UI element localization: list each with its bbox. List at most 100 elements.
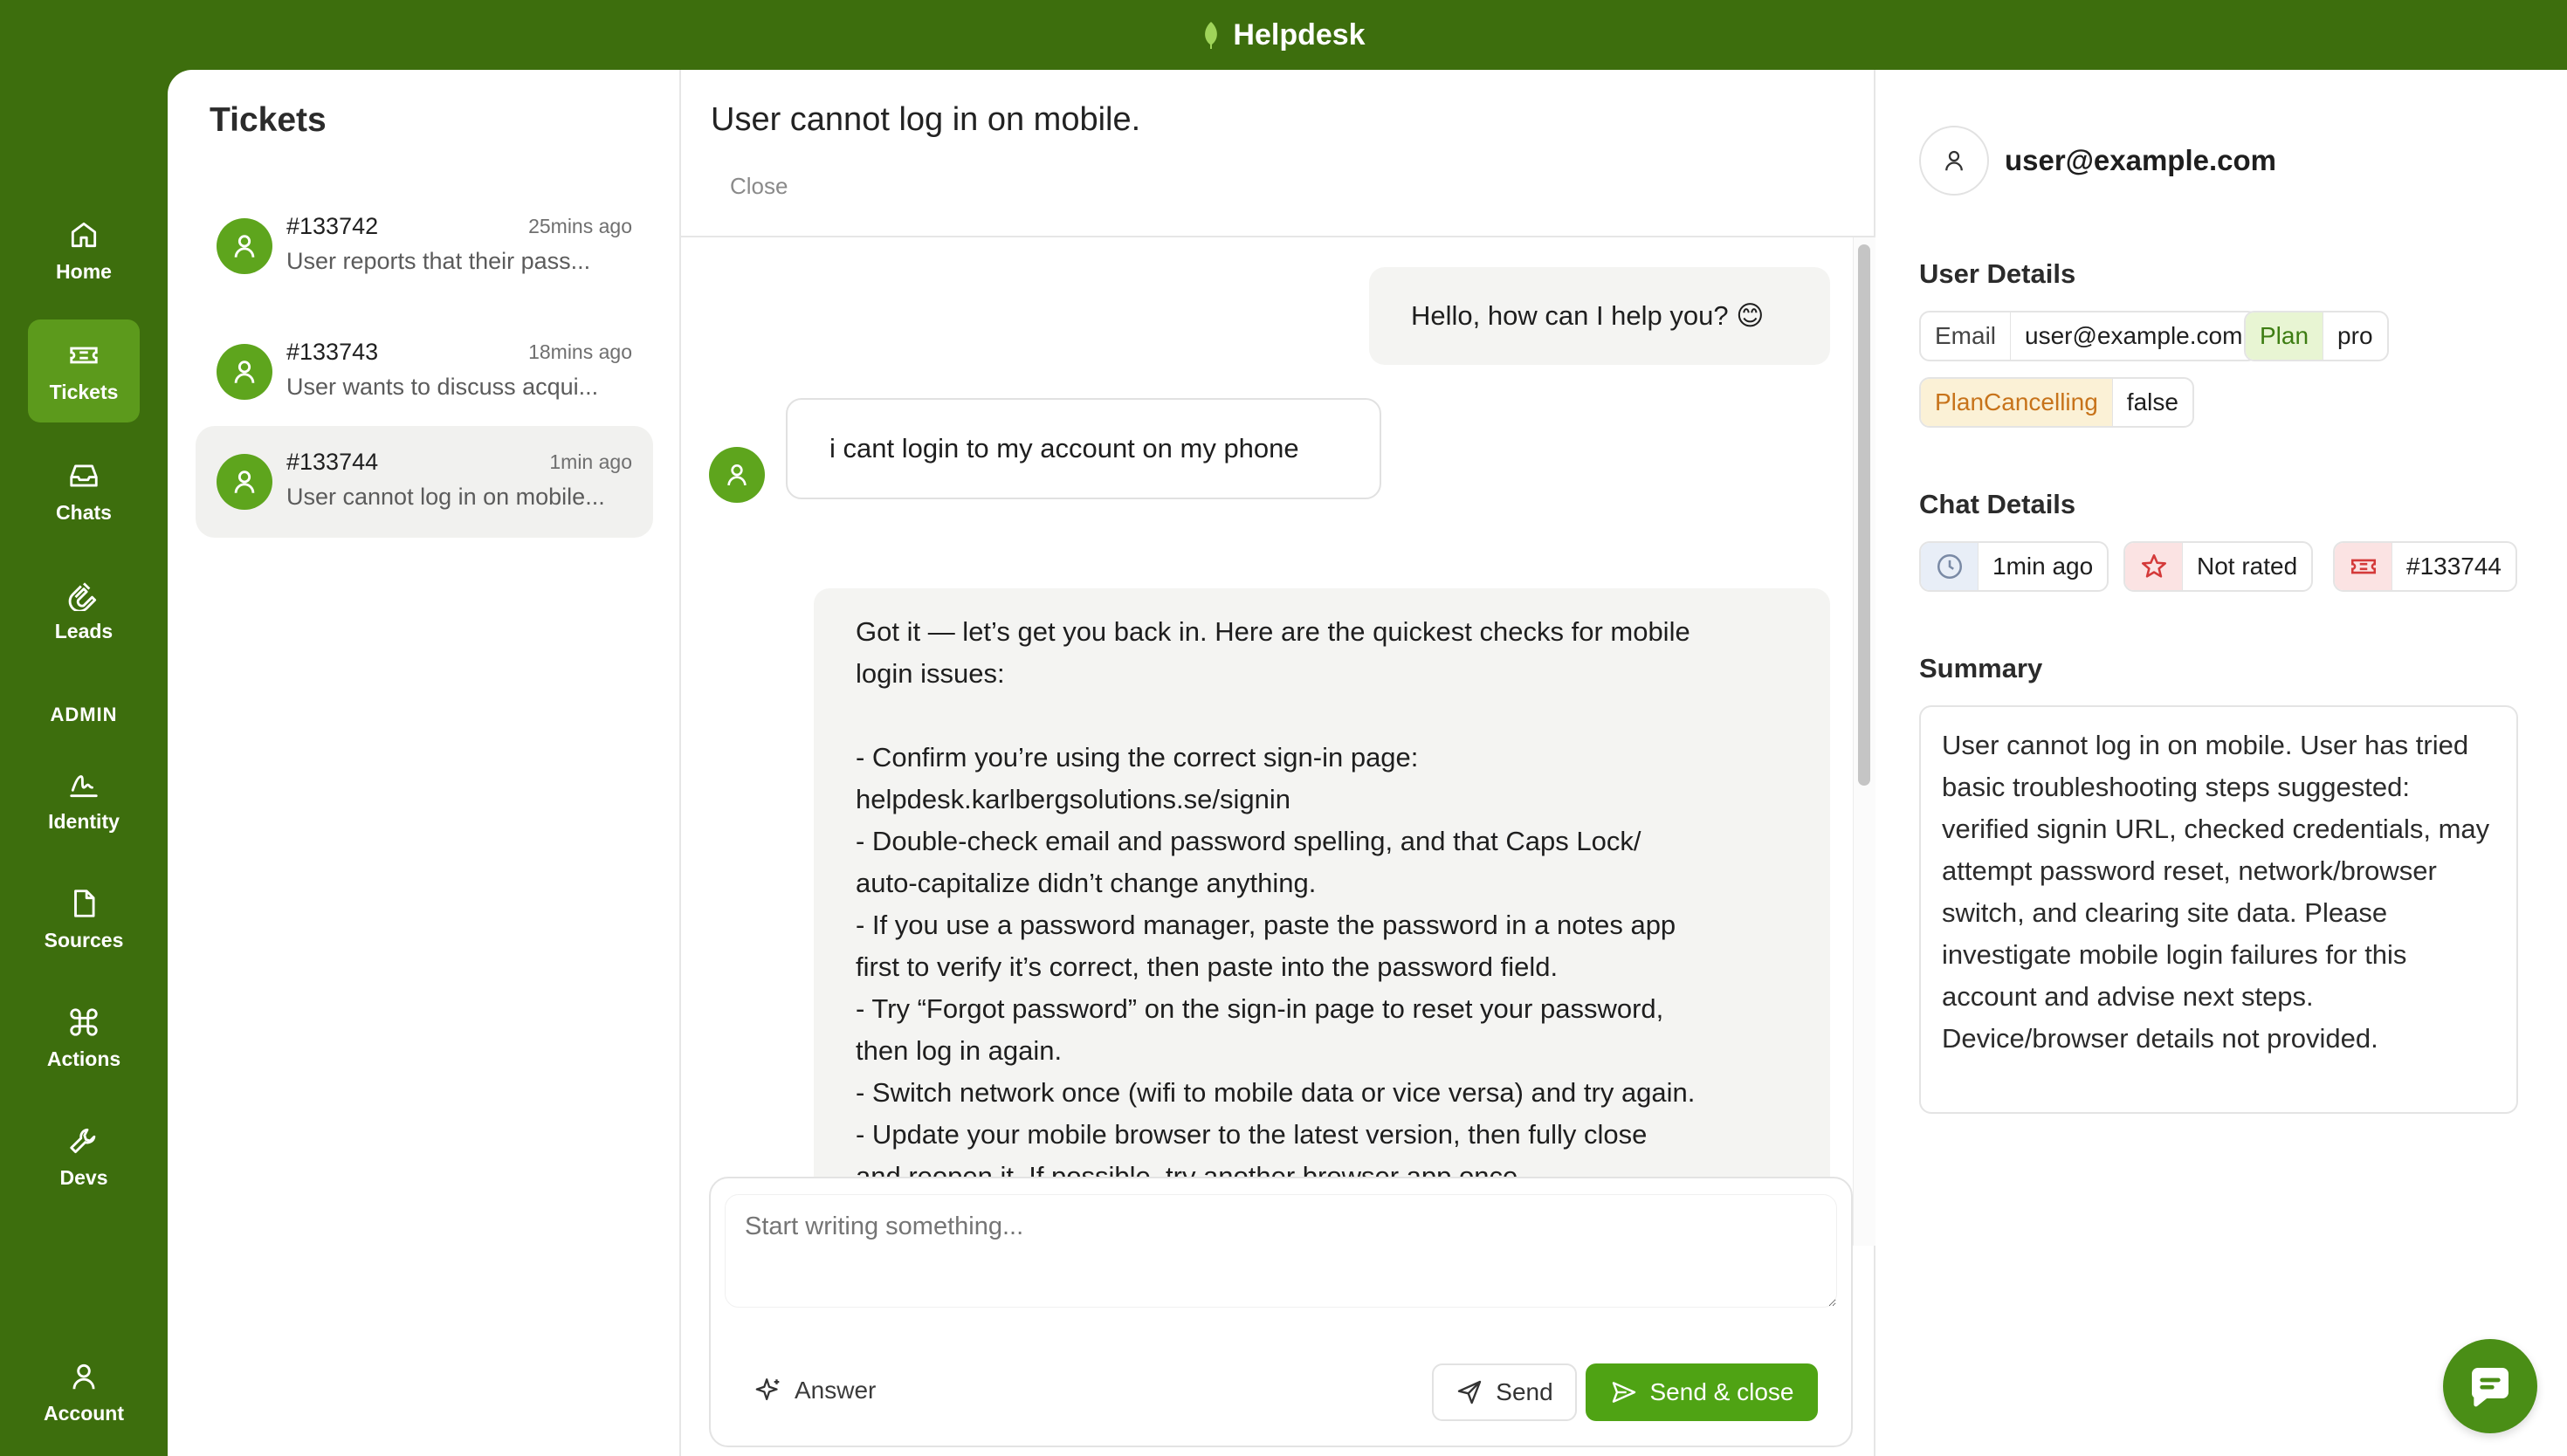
answer-label: Answer bbox=[795, 1377, 877, 1404]
clock-icon bbox=[1921, 543, 1979, 590]
send-icon bbox=[1612, 1382, 1635, 1403]
ticket-time: 18mins ago bbox=[528, 340, 632, 363]
sidebar-item-actions[interactable]: Actions bbox=[28, 986, 140, 1089]
user-email: user@example.com bbox=[2005, 144, 2276, 176]
sidebar-item-home[interactable]: Home bbox=[28, 199, 140, 302]
sidebar-item-tickets[interactable]: Tickets bbox=[28, 319, 140, 422]
tag-key: PlanCancelling bbox=[1921, 379, 2113, 426]
user-icon bbox=[727, 464, 747, 486]
user-icon bbox=[1945, 150, 1963, 171]
send-and-close-button[interactable]: Send & close bbox=[1586, 1363, 1818, 1421]
sidebar-item-label: Identity bbox=[48, 809, 120, 833]
composer: Answer Send Send & close bbox=[709, 1177, 1853, 1447]
user-icon bbox=[234, 470, 255, 493]
sidebar-item-devs[interactable]: Devs bbox=[28, 1105, 140, 1208]
sidebar-item-sources[interactable]: Sources bbox=[28, 868, 140, 971]
app-title: Helpdesk bbox=[1233, 17, 1366, 52]
top-bar: Helpdesk bbox=[0, 0, 2567, 70]
ticket-icon bbox=[70, 347, 98, 363]
ticket-preview: User reports that their pass... bbox=[286, 248, 591, 274]
sidebar-item-label: Home bbox=[56, 259, 112, 283]
tag-key: Email bbox=[1921, 312, 2012, 360]
plan-cancelling-tag: PlanCancelling false bbox=[1919, 377, 2194, 428]
message-text: i cant login to my account on my phone bbox=[829, 433, 1299, 464]
sidebar-item-leads[interactable]: Leads bbox=[28, 559, 140, 662]
ticket-time: 25mins ago bbox=[528, 215, 632, 237]
send-label: Send bbox=[1496, 1378, 1553, 1405]
ticket-preview: User cannot log in on mobile... bbox=[286, 484, 605, 510]
main-panel: Tickets #133742 25mins ago User reports … bbox=[168, 70, 2567, 1456]
wrench-icon bbox=[70, 1128, 96, 1153]
inbox-icon bbox=[70, 464, 98, 487]
summary-title: Summary bbox=[1919, 653, 2043, 683]
home-icon bbox=[71, 222, 97, 247]
message-text: Hello, how can I help you? 😊 bbox=[1411, 300, 1765, 331]
avatar bbox=[1919, 126, 1989, 196]
star-icon bbox=[2125, 543, 2183, 590]
chat-details-title: Chat Details bbox=[1919, 489, 2076, 519]
sidebar-item-label: Leads bbox=[54, 619, 114, 642]
user-icon bbox=[234, 361, 255, 383]
ai-answer-button[interactable]: Answer bbox=[754, 1376, 876, 1405]
close-ticket-button[interactable]: Close bbox=[730, 173, 788, 200]
ticket-item[interactable]: #133742 25mins ago User reports that the… bbox=[196, 190, 653, 302]
chat-title: User cannot log in on mobile. bbox=[711, 101, 1141, 138]
tag-value: pro bbox=[2337, 322, 2373, 349]
message-list[interactable]: Hello, how can I help you? 😊 i cant logi… bbox=[681, 237, 1875, 1246]
tickets-title: Tickets bbox=[210, 101, 327, 139]
signature-icon bbox=[70, 774, 98, 797]
avatar bbox=[217, 344, 272, 400]
message-text: Got it — let’s get you back in. Here are… bbox=[856, 616, 1696, 1233]
ticket-preview: User wants to discuss acqui... bbox=[286, 374, 599, 400]
user-header: user@example.com bbox=[1919, 126, 2276, 196]
file-icon bbox=[74, 889, 95, 917]
ticket-id-tag: #133744 bbox=[2333, 541, 2518, 592]
sidebar-item-identity[interactable]: Identity bbox=[28, 749, 140, 852]
sidebar-item-label: Account bbox=[44, 1401, 124, 1425]
command-icon bbox=[70, 1007, 98, 1036]
agent-message: Hello, how can I help you? 😊 bbox=[1369, 267, 1830, 365]
details-column: user@example.com User Details Email user… bbox=[1875, 70, 2567, 1456]
account-icon bbox=[72, 1363, 95, 1389]
sidebar-item-label: Chats bbox=[56, 500, 112, 524]
magnet-icon bbox=[68, 581, 97, 611]
tag-key: Plan bbox=[2246, 312, 2324, 360]
send-button[interactable]: Send bbox=[1432, 1363, 1577, 1421]
rating-tag: Not rated bbox=[2123, 541, 2314, 592]
admin-section-label: ADMIN bbox=[50, 704, 118, 725]
tag-value: Not rated bbox=[2197, 553, 2298, 580]
sidebar-item-label: Sources bbox=[44, 928, 124, 951]
avatar bbox=[217, 218, 272, 274]
user-details-title: User Details bbox=[1919, 258, 2076, 289]
sidebar-item-label: Actions bbox=[46, 1047, 121, 1070]
scrollbar[interactable] bbox=[1853, 237, 1875, 1246]
send-close-label: Send & close bbox=[1649, 1378, 1794, 1405]
plan-tag: Plan pro bbox=[2244, 311, 2389, 361]
tag-value: 1min ago bbox=[1992, 553, 2094, 580]
message-input[interactable] bbox=[725, 1194, 1837, 1308]
user-message: i cant login to my account on my phone bbox=[786, 398, 1381, 499]
email-tag: Email user@example.com bbox=[1919, 311, 2259, 361]
sidebar: Home Tickets Chats Leads ADMIN Identity … bbox=[0, 70, 168, 1456]
ticket-id: #133742 bbox=[286, 213, 379, 239]
send-icon bbox=[1458, 1380, 1482, 1404]
time-tag: 1min ago bbox=[1919, 541, 2109, 592]
ticket-item-active[interactable]: #133744 1min ago User cannot log in on m… bbox=[196, 426, 653, 538]
chat-widget-button[interactable] bbox=[2443, 1339, 2537, 1433]
sparkle-icon bbox=[755, 1378, 780, 1401]
user-icon bbox=[234, 235, 255, 258]
summary-text: User cannot log in on mobile. User has t… bbox=[1919, 705, 2518, 1114]
ticket-item[interactable]: #133743 18mins ago User wants to discuss… bbox=[196, 316, 653, 428]
sidebar-item-label: Devs bbox=[59, 1165, 108, 1189]
chat-column: User cannot log in on mobile. Close Hell… bbox=[681, 70, 1875, 1456]
tag-value: user@example.com bbox=[2025, 322, 2243, 349]
sidebar-item-chats[interactable]: Chats bbox=[28, 440, 140, 543]
ticket-time: 1min ago bbox=[549, 450, 632, 473]
leaf-logo-icon bbox=[1205, 22, 1218, 49]
ticket-icon bbox=[2335, 543, 2392, 590]
scrollbar-thumb[interactable] bbox=[1858, 244, 1870, 786]
sidebar-item-account[interactable]: Account bbox=[28, 1341, 140, 1444]
tag-value: #133744 bbox=[2406, 553, 2502, 580]
avatar bbox=[217, 454, 272, 510]
avatar bbox=[709, 447, 765, 503]
